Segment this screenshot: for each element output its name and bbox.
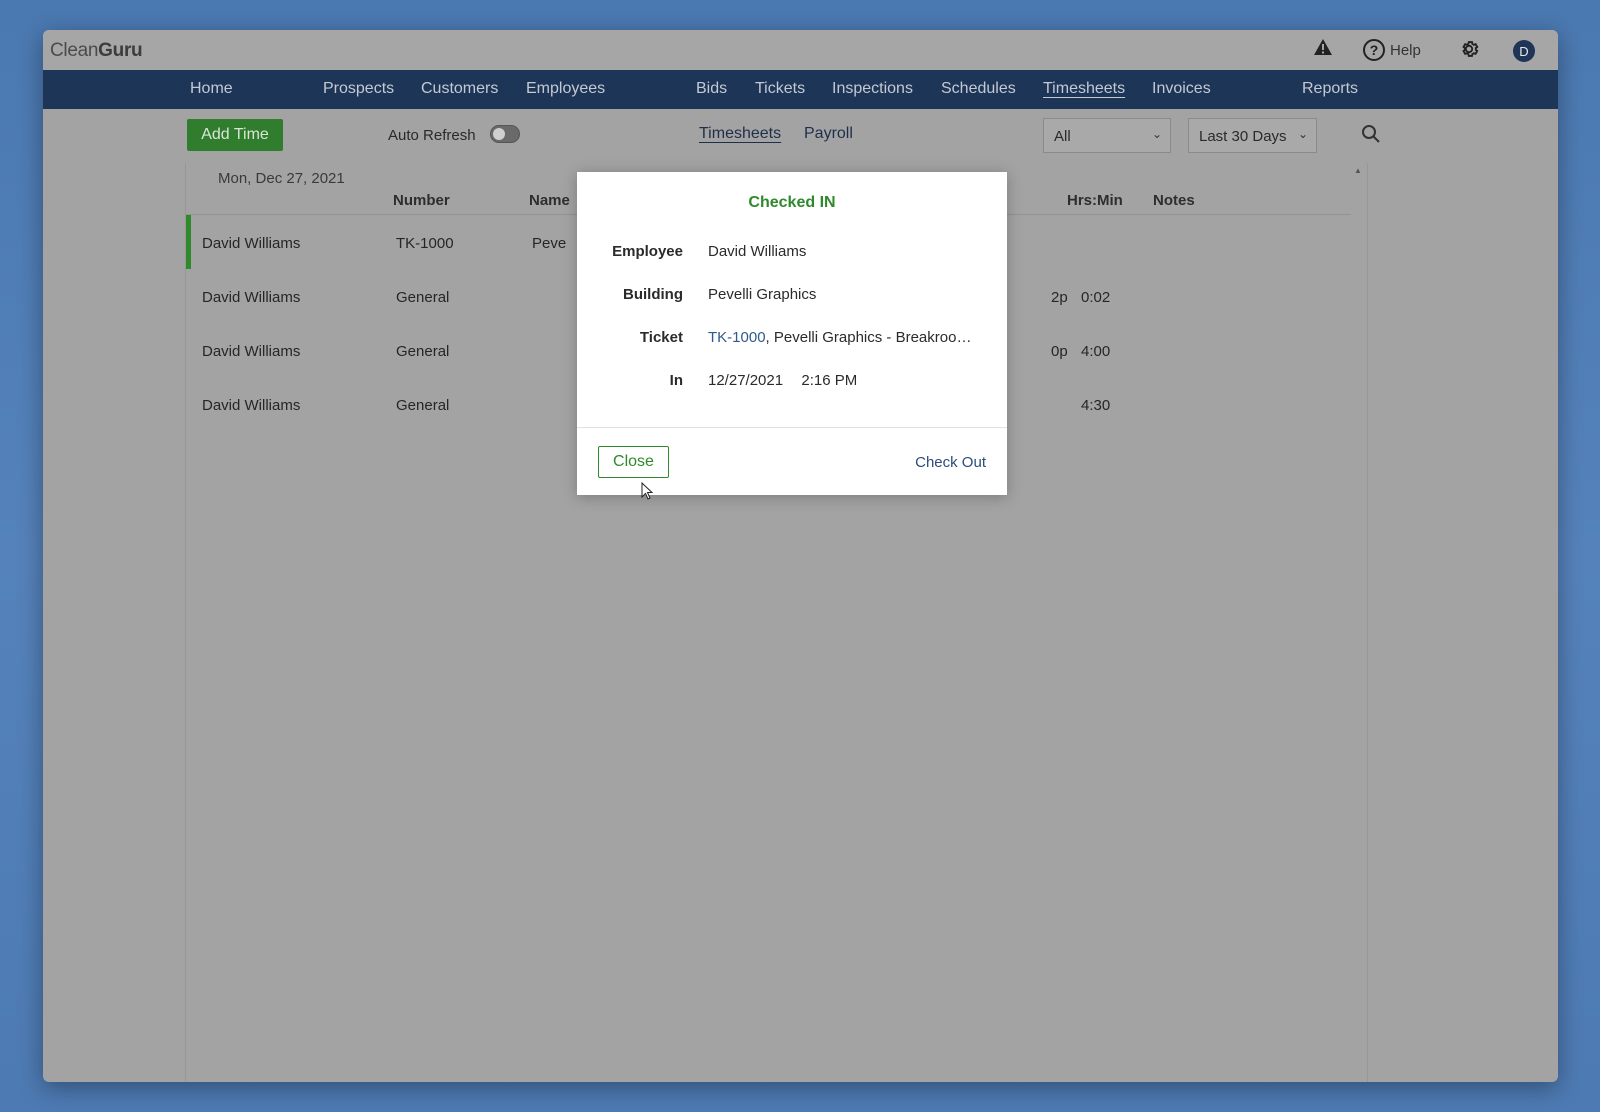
auto-refresh-toggle[interactable] (490, 125, 520, 143)
help-button[interactable]: ? Help (1363, 39, 1421, 61)
nav-reports[interactable]: Reports (1302, 80, 1358, 98)
nav-customers[interactable]: Customers (421, 80, 498, 98)
search-icon[interactable] (1361, 124, 1381, 149)
employee-cell: David Williams (202, 397, 301, 414)
app-logo[interactable]: CleanGuru (50, 40, 143, 62)
hrs-cell: 4:00 (1081, 343, 1111, 360)
avatar[interactable]: D (1513, 40, 1535, 62)
chevron-down-icon: ⌄ (1297, 127, 1308, 141)
in-date: 12/27/2021 (708, 372, 784, 389)
time-cell: 0p (1051, 343, 1068, 360)
check-out-button[interactable]: Check Out (915, 454, 986, 471)
building-label: Building (623, 286, 683, 303)
checked-in-dialog: Checked IN Employee David Williams Build… (577, 172, 1007, 495)
filter-select[interactable]: All ⌄ (1043, 118, 1171, 153)
in-value: 12/27/2021 2:16 PM (708, 372, 857, 389)
dialog-title: Checked IN (748, 194, 836, 211)
help-label: Help (1390, 41, 1421, 59)
col-header-notes[interactable]: Notes (1153, 192, 1195, 209)
number-cell: TK-1000 (396, 235, 454, 252)
employee-value: David Williams (708, 243, 807, 260)
top-bar: CleanGuru ? Help D (43, 30, 1558, 70)
employee-label: Employee (612, 243, 683, 260)
add-time-button[interactable]: Add Time (187, 119, 283, 151)
ticket-link[interactable]: TK-1000 (708, 329, 766, 346)
building-value: Pevelli Graphics (708, 286, 817, 303)
nav-schedules[interactable]: Schedules (941, 80, 1016, 98)
auto-refresh-label: Auto Refresh (388, 127, 476, 144)
number-cell: General (396, 289, 450, 306)
nav-home[interactable]: Home (190, 80, 233, 98)
in-time: 2:16 PM (801, 372, 858, 389)
help-icon: ? (1363, 39, 1385, 61)
number-cell: General (396, 343, 450, 360)
time-cell: 2p (1051, 289, 1068, 306)
tab-timesheets[interactable]: Timesheets (699, 125, 781, 143)
in-label: In (669, 372, 683, 389)
close-button[interactable]: Close (598, 446, 669, 478)
number-cell: General (396, 397, 450, 414)
mouse-cursor-icon (641, 482, 654, 500)
nav-invoices[interactable]: Invoices (1152, 80, 1211, 98)
nav-tickets[interactable]: Tickets (755, 80, 805, 98)
nav-inspections[interactable]: Inspections (832, 80, 913, 98)
hrs-cell: 4:30 (1081, 397, 1111, 414)
gear-icon[interactable] (1458, 38, 1480, 60)
date-range-select[interactable]: Last 30 Days ⌄ (1188, 118, 1317, 153)
nav-bids[interactable]: Bids (696, 80, 727, 98)
col-header-hrs[interactable]: Hrs:Min (1067, 192, 1123, 209)
name-cell: Peve (532, 235, 567, 252)
col-header-name[interactable]: Name (529, 192, 570, 209)
nav-prospects[interactable]: Prospects (323, 80, 394, 98)
tab-payroll[interactable]: Payroll (804, 125, 853, 143)
toolbar: Add Time Auto Refresh Timesheets Payroll… (43, 109, 1558, 164)
ticket-value: TK-1000, Pevelli Graphics - Breakroo… (708, 329, 971, 346)
hrs-cell: 0:02 (1081, 289, 1111, 306)
ticket-description: , Pevelli Graphics - Breakroo… (765, 329, 972, 346)
nav-employees[interactable]: Employees (526, 80, 605, 98)
nav-timesheets[interactable]: Timesheets (1043, 80, 1125, 98)
employee-cell: David Williams (202, 235, 301, 252)
employee-cell: David Williams (202, 289, 301, 306)
chevron-down-icon: ⌄ (1151, 127, 1162, 141)
employee-cell: David Williams (202, 343, 301, 360)
main-nav: Home Prospects Customers Employees Bids … (43, 70, 1558, 109)
col-header-number[interactable]: Number (393, 192, 450, 209)
scroll-up-icon[interactable]: ▲ (1354, 166, 1362, 175)
ticket-label: Ticket (639, 329, 683, 346)
warning-icon[interactable] (1313, 38, 1333, 56)
date-group-label: Mon, Dec 27, 2021 (218, 170, 345, 187)
